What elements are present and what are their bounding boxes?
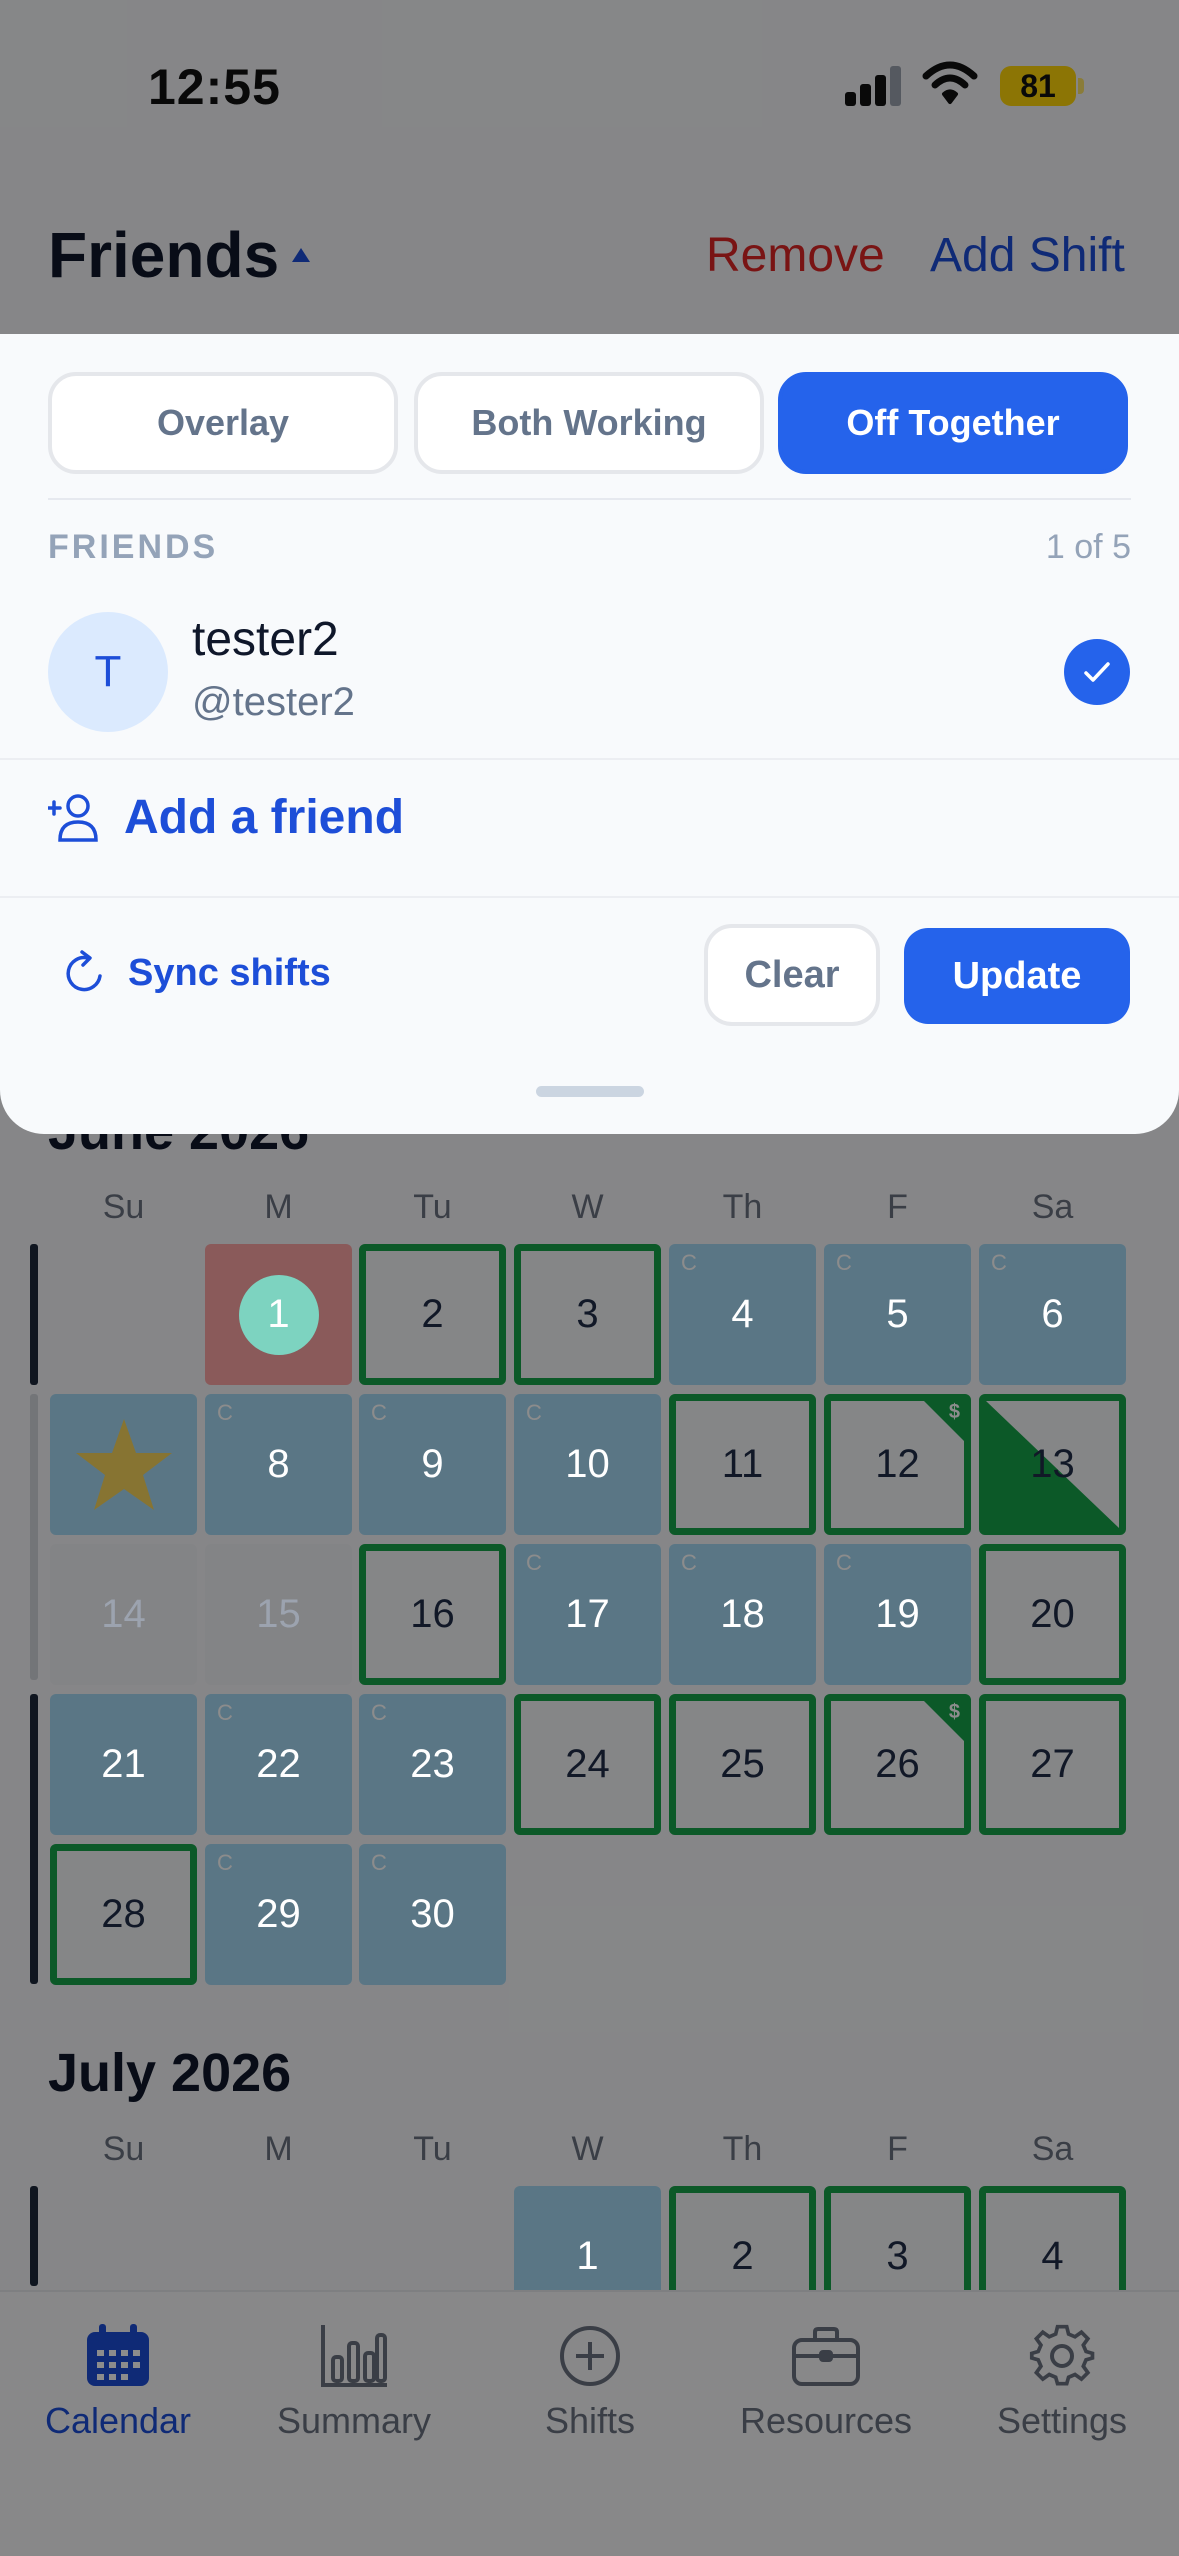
day-number: 5 <box>886 1292 909 1336</box>
day-number: 21 <box>101 1742 146 1786</box>
day-number: 3 <box>886 2234 909 2278</box>
divider <box>0 896 1179 898</box>
sync-shifts-button[interactable]: Sync shifts <box>62 950 331 996</box>
friends-section-label: FRIENDS <box>48 528 219 566</box>
day-number: 17 <box>565 1592 610 1636</box>
friends-sheet: Overlay Both Working Off Together FRIEND… <box>0 334 1179 1134</box>
add-friend-button[interactable]: Add a friend <box>48 782 404 852</box>
day-number: 20 <box>1030 1592 1075 1636</box>
day-number: 16 <box>410 1592 455 1636</box>
day-number: 3 <box>576 1292 599 1336</box>
day-number: 2 <box>731 2234 754 2278</box>
day-number: 23 <box>410 1742 455 1786</box>
segment-overlay[interactable]: Overlay <box>48 372 398 474</box>
day-number: 26 <box>875 1742 920 1786</box>
day-number: 22 <box>256 1742 301 1786</box>
checkmark-icon[interactable] <box>1064 639 1130 705</box>
day-number: 13 <box>1030 1442 1075 1486</box>
day-number: 4 <box>1041 2234 1064 2278</box>
friends-count: 1 of 5 <box>1045 528 1131 566</box>
day-number: 2 <box>421 1292 444 1336</box>
day-number: 19 <box>875 1592 920 1636</box>
day-number: 25 <box>720 1742 765 1786</box>
day-number: 27 <box>1030 1742 1075 1786</box>
avatar: T <box>48 612 168 732</box>
refresh-icon <box>66 950 102 992</box>
day-number: 29 <box>256 1892 301 1936</box>
update-button[interactable]: Update <box>904 928 1130 1024</box>
friend-name: tester2 <box>192 613 339 666</box>
day-number: 11 <box>721 1442 764 1486</box>
day-number: 6 <box>1041 1292 1064 1336</box>
day-number: 15 <box>256 1592 301 1636</box>
day-number: 12 <box>875 1442 920 1486</box>
day-number: 1 <box>576 2234 599 2278</box>
divider <box>0 758 1179 760</box>
friend-handle: @tester2 <box>192 680 355 724</box>
day-number: 8 <box>267 1442 290 1486</box>
day-number: 18 <box>720 1592 765 1636</box>
add-person-icon <box>48 794 98 842</box>
day-number: 9 <box>421 1442 444 1486</box>
today-indicator: 1 <box>238 1274 319 1355</box>
day-number: 14 <box>101 1592 146 1636</box>
segment-both-working[interactable]: Both Working <box>414 372 764 474</box>
day-number: 28 <box>101 1892 146 1936</box>
sync-shifts-label: Sync shifts <box>128 951 331 994</box>
day-number: 30 <box>410 1892 455 1936</box>
segment-off-together[interactable]: Off Together <box>778 372 1128 474</box>
day-number: 10 <box>565 1442 610 1486</box>
divider <box>48 498 1131 500</box>
day-number: 24 <box>565 1742 610 1786</box>
add-friend-label: Add a friend <box>124 790 405 844</box>
clear-button[interactable]: Clear <box>704 924 880 1026</box>
sheet-grabber[interactable] <box>536 1086 644 1097</box>
day-number: 4 <box>731 1292 754 1336</box>
